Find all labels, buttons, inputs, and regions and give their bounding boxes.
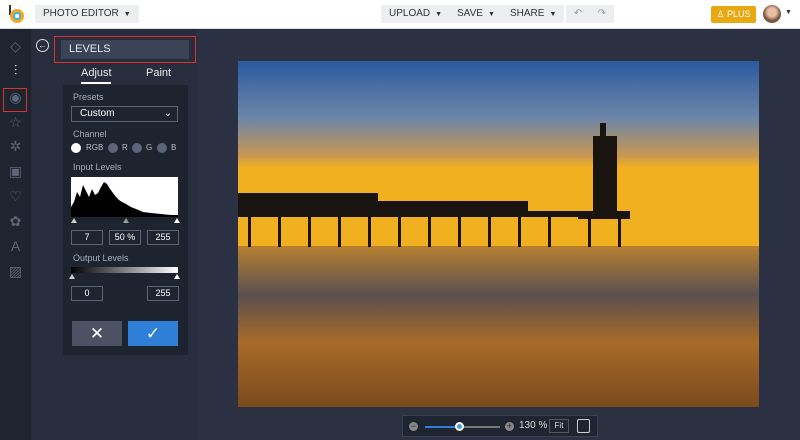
channel-g-label: G — [146, 143, 152, 152]
logo-icon[interactable] — [7, 5, 25, 23]
channel-b-label: B — [171, 143, 176, 152]
channel-b-radio[interactable] — [157, 143, 167, 153]
star-icon[interactable]: ☆ — [8, 115, 23, 130]
eye-icon[interactable]: ◉ — [8, 90, 23, 105]
text-icon[interactable]: A — [8, 239, 23, 254]
panel-title: LEVELS — [61, 40, 189, 59]
preset-value: Custom — [80, 108, 114, 119]
output-black-field[interactable]: 0 — [71, 286, 103, 301]
caret-down-icon: ▼ — [435, 11, 442, 18]
input-mid-field[interactable]: 50 % — [109, 230, 141, 245]
undo-icon[interactable]: ↶ — [566, 5, 590, 23]
top-bar: PHOTO EDITOR ▼ UPLOAD ▼ SAVE ▼ SHARE ▼ ↶ ↷ ♙… — [0, 0, 800, 29]
output-black-handle[interactable] — [69, 274, 75, 279]
channel-rgb-radio[interactable] — [71, 143, 81, 153]
presets-select[interactable]: Custom ⌄ — [71, 106, 178, 122]
layers-icon[interactable]: ◇ — [8, 39, 23, 54]
active-tab-indicator — [81, 82, 111, 84]
zoom-in-icon[interactable]: + — [505, 422, 514, 431]
caret-down-icon: ▼ — [124, 11, 131, 18]
photo-canvas[interactable] — [238, 61, 759, 407]
zoom-slider-handle[interactable] — [455, 422, 464, 431]
zoom-slider-fill — [425, 426, 459, 428]
back-icon[interactable]: ← — [36, 39, 49, 52]
app-menu-button[interactable]: PHOTO EDITOR ▼ — [35, 5, 139, 23]
histogram — [71, 177, 178, 217]
input-black-handle[interactable] — [71, 218, 77, 223]
fullscreen-icon[interactable] — [577, 419, 590, 433]
badge-icon: ♙ — [716, 9, 727, 19]
zoom-value: 130 % — [519, 420, 547, 431]
upload-label: UPLOAD — [389, 8, 430, 19]
output-white-field[interactable]: 255 — [147, 286, 179, 301]
fit-button[interactable]: Fit — [549, 419, 569, 433]
frame-icon[interactable]: ▣ — [8, 164, 23, 179]
redo-icon[interactable]: ↷ — [590, 5, 614, 23]
channel-r-radio[interactable] — [108, 143, 118, 153]
channel-g-radio[interactable] — [132, 143, 142, 153]
share-label: SHARE — [510, 8, 544, 19]
badge-icon[interactable]: ✲ — [8, 139, 23, 154]
tab-paint[interactable]: Paint — [146, 67, 171, 79]
zoom-slider[interactable] — [425, 426, 500, 428]
sliders-icon[interactable]: ⫶ — [8, 63, 23, 78]
plus-label: PLUS — [727, 9, 751, 19]
caret-down-icon[interactable]: ▼ — [785, 9, 792, 16]
cancel-button[interactable]: ✕ — [72, 321, 122, 346]
channel-r-label: R — [122, 143, 128, 152]
caret-down-icon: ▼ — [549, 11, 556, 18]
zoom-out-icon[interactable]: − — [409, 422, 418, 431]
save-button[interactable]: SAVE ▼ — [449, 5, 503, 23]
input-white-handle[interactable] — [174, 218, 180, 223]
channel-rgb-label: RGB — [86, 143, 103, 152]
zoom-bar: − + 130 % Fit — [402, 415, 598, 437]
texture-icon[interactable]: ▨ — [8, 264, 23, 279]
output-levels-label: Output Levels — [73, 253, 129, 263]
channel-label: Channel — [73, 129, 107, 139]
tab-adjust[interactable]: Adjust — [81, 67, 112, 79]
input-black-field[interactable]: 7 — [71, 230, 103, 245]
tool-rail: ◇ ⫶ ◉ ☆ ✲ ▣ ♡ ✿ A ▨ — [0, 29, 31, 440]
output-white-handle[interactable] — [174, 274, 180, 279]
levels-header: LEVELS — [54, 36, 196, 63]
chevron-down-icon: ⌄ — [164, 107, 172, 121]
input-mid-handle[interactable] — [123, 218, 129, 223]
tabs: Adjust Paint — [63, 64, 188, 84]
share-button[interactable]: SHARE ▼ — [502, 5, 564, 23]
upload-button[interactable]: UPLOAD ▼ — [381, 5, 450, 23]
presets-label: Presets — [73, 92, 104, 102]
apply-button[interactable]: ✓ — [128, 321, 178, 346]
gear-icon[interactable]: ✿ — [8, 214, 23, 229]
input-levels-label: Input Levels — [73, 162, 122, 172]
save-label: SAVE — [457, 8, 483, 19]
photo-image — [238, 61, 759, 407]
input-white-field[interactable]: 255 — [147, 230, 179, 245]
plus-button[interactable]: ♙ PLUS — [711, 6, 756, 23]
avatar[interactable] — [763, 5, 781, 23]
caret-down-icon: ▼ — [488, 11, 495, 18]
output-gradient — [71, 267, 178, 273]
heart-icon[interactable]: ♡ — [8, 189, 23, 204]
levels-panel: Presets Custom ⌄ Channel RGB R G B Input … — [63, 85, 188, 355]
app-title: PHOTO EDITOR — [43, 8, 119, 19]
